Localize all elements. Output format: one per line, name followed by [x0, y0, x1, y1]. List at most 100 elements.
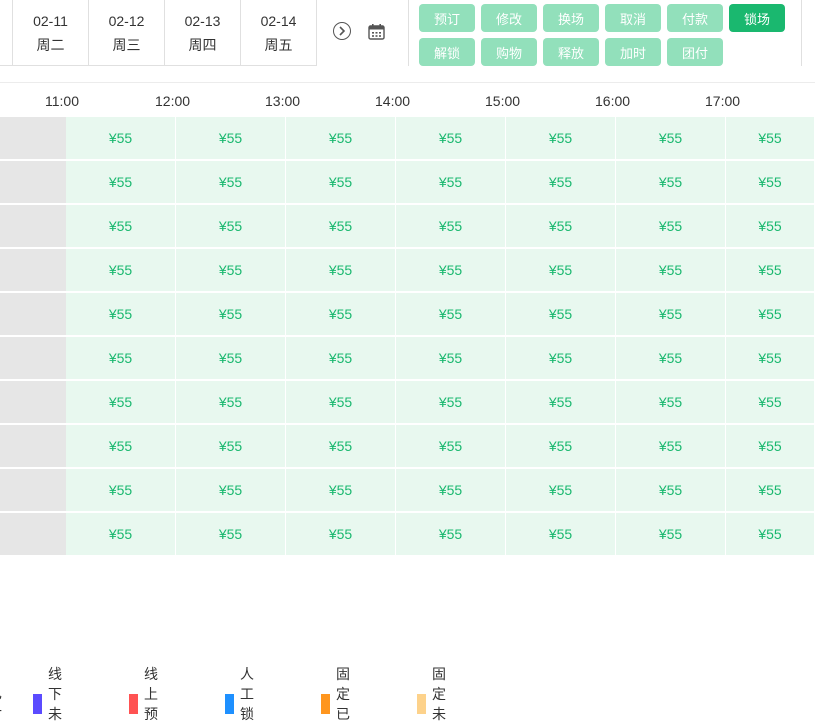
date-cell-0211[interactable]: 02-11 周二	[13, 0, 89, 66]
price-slot[interactable]: ¥55	[616, 161, 726, 204]
price-slot[interactable]: ¥55	[506, 293, 616, 336]
date-label: 02-11	[33, 12, 68, 29]
price-slot[interactable]: ¥55	[66, 469, 176, 512]
price-slot[interactable]: ¥55	[726, 337, 815, 380]
price-slot[interactable]: ¥55	[616, 381, 726, 424]
price-slot[interactable]: ¥55	[616, 469, 726, 512]
price-slot[interactable]: ¥55	[286, 425, 396, 468]
price-slot[interactable]: ¥55	[396, 249, 506, 292]
shopping-button[interactable]: 购物	[481, 38, 537, 66]
price-slot[interactable]: ¥55	[66, 117, 176, 160]
time-label: 11:00	[45, 93, 79, 109]
calendar-icon[interactable]	[368, 23, 385, 40]
price-slot[interactable]: ¥55	[506, 381, 616, 424]
time-label: 13:00	[265, 93, 301, 109]
price-slot[interactable]: ¥55	[396, 381, 506, 424]
court-row: ¥55 ¥55 ¥55 ¥55 ¥55 ¥55 ¥55	[0, 469, 815, 512]
legend-swatch	[321, 694, 330, 714]
lock-court-button[interactable]: 锁场	[729, 4, 785, 32]
price-slot[interactable]: ¥55	[726, 293, 815, 336]
price-slot[interactable]: ¥55	[176, 293, 286, 336]
price-slot[interactable]: ¥55	[506, 117, 616, 160]
price-slot[interactable]: ¥55	[176, 117, 286, 160]
date-cell-0213[interactable]: 02-13 周四	[165, 0, 241, 66]
price-slot[interactable]: ¥55	[66, 513, 176, 556]
price-slot[interactable]: ¥55	[176, 513, 286, 556]
price-slot[interactable]: ¥55	[506, 337, 616, 380]
court-row: ¥55 ¥55 ¥55 ¥55 ¥55 ¥55 ¥55	[0, 425, 815, 468]
price-slot[interactable]: ¥55	[726, 381, 815, 424]
price-slot[interactable]: ¥55	[506, 161, 616, 204]
price-slot[interactable]: ¥55	[726, 205, 815, 248]
date-cell-partial[interactable]	[0, 0, 13, 66]
price-slot[interactable]: ¥55	[286, 469, 396, 512]
price-slot[interactable]: ¥55	[66, 425, 176, 468]
price-slot[interactable]: ¥55	[506, 513, 616, 556]
price-slot[interactable]: ¥55	[286, 205, 396, 248]
price-slot[interactable]: ¥55	[726, 161, 815, 204]
price-slot[interactable]: ¥55	[396, 513, 506, 556]
price-slot[interactable]: ¥55	[616, 337, 726, 380]
price-slot[interactable]: ¥55	[286, 117, 396, 160]
price-slot[interactable]: ¥55	[396, 117, 506, 160]
price-slot[interactable]: ¥55	[66, 381, 176, 424]
price-slot[interactable]: ¥55	[616, 117, 726, 160]
time-header: 11:00 12:00 13:00 14:00 15:00 16:00 17:0…	[0, 82, 815, 117]
price-slot[interactable]: ¥55	[176, 337, 286, 380]
price-slot[interactable]: ¥55	[506, 249, 616, 292]
price-slot[interactable]: ¥55	[286, 249, 396, 292]
modify-button[interactable]: 修改	[481, 4, 537, 32]
price-slot[interactable]: ¥55	[176, 381, 286, 424]
price-slot[interactable]: ¥55	[286, 513, 396, 556]
price-slot[interactable]: ¥55	[506, 205, 616, 248]
price-slot[interactable]: ¥55	[66, 161, 176, 204]
price-slot[interactable]: ¥55	[286, 337, 396, 380]
price-slot[interactable]: ¥55	[396, 293, 506, 336]
price-slot[interactable]: ¥55	[726, 117, 815, 160]
price-slot[interactable]: ¥55	[616, 293, 726, 336]
price-slot[interactable]: ¥55	[286, 161, 396, 204]
unlock-button[interactable]: 解锁	[419, 38, 475, 66]
price-slot[interactable]: ¥55	[506, 425, 616, 468]
price-slot[interactable]: ¥55	[726, 469, 815, 512]
price-slot[interactable]: ¥55	[616, 249, 726, 292]
price-slot[interactable]: ¥55	[396, 337, 506, 380]
price-slot[interactable]: ¥55	[176, 161, 286, 204]
cancel-button[interactable]: 取消	[605, 4, 661, 32]
group-pay-button[interactable]: 团付	[667, 38, 723, 66]
price-slot[interactable]: ¥55	[286, 293, 396, 336]
price-slot[interactable]: ¥55	[176, 205, 286, 248]
price-slot[interactable]: ¥55	[726, 425, 815, 468]
price-slot[interactable]: ¥55	[176, 249, 286, 292]
price-slot[interactable]: ¥55	[396, 161, 506, 204]
add-time-button[interactable]: 加时	[605, 38, 661, 66]
price-slot[interactable]: ¥55	[286, 381, 396, 424]
price-slot[interactable]: ¥55	[176, 425, 286, 468]
date-cell-0214[interactable]: 02-14 周五	[241, 0, 317, 66]
price-slot[interactable]: ¥55	[616, 205, 726, 248]
release-button[interactable]: 释放	[543, 38, 599, 66]
price-slot[interactable]: ¥55	[616, 425, 726, 468]
court-row: ¥55 ¥55 ¥55 ¥55 ¥55 ¥55 ¥55	[0, 117, 815, 160]
weekday-label: 周四	[188, 36, 217, 53]
date-cell-0212[interactable]: 02-12 周三	[89, 0, 165, 66]
price-slot[interactable]: ¥55	[396, 205, 506, 248]
swap-court-button[interactable]: 换场	[543, 4, 599, 32]
price-slot[interactable]: ¥55	[726, 249, 815, 292]
date-label: 02-14	[260, 12, 297, 29]
price-slot[interactable]: ¥55	[176, 469, 286, 512]
price-slot[interactable]: ¥55	[66, 293, 176, 336]
price-slot[interactable]: ¥55	[616, 513, 726, 556]
chevron-right-circle-icon[interactable]	[333, 22, 351, 40]
court-row: ¥55 ¥55 ¥55 ¥55 ¥55 ¥55 ¥55	[0, 249, 815, 292]
price-slot[interactable]: ¥55	[506, 469, 616, 512]
book-button[interactable]: 预订	[419, 4, 475, 32]
price-slot[interactable]: ¥55	[726, 513, 815, 556]
price-slot[interactable]: ¥55	[396, 469, 506, 512]
price-slot[interactable]: ¥55	[66, 249, 176, 292]
price-slot[interactable]: ¥55	[396, 425, 506, 468]
pay-button[interactable]: 付款	[667, 4, 723, 32]
price-slot[interactable]: ¥55	[66, 205, 176, 248]
price-slot[interactable]: ¥55	[66, 337, 176, 380]
legend-swatch	[225, 694, 234, 714]
